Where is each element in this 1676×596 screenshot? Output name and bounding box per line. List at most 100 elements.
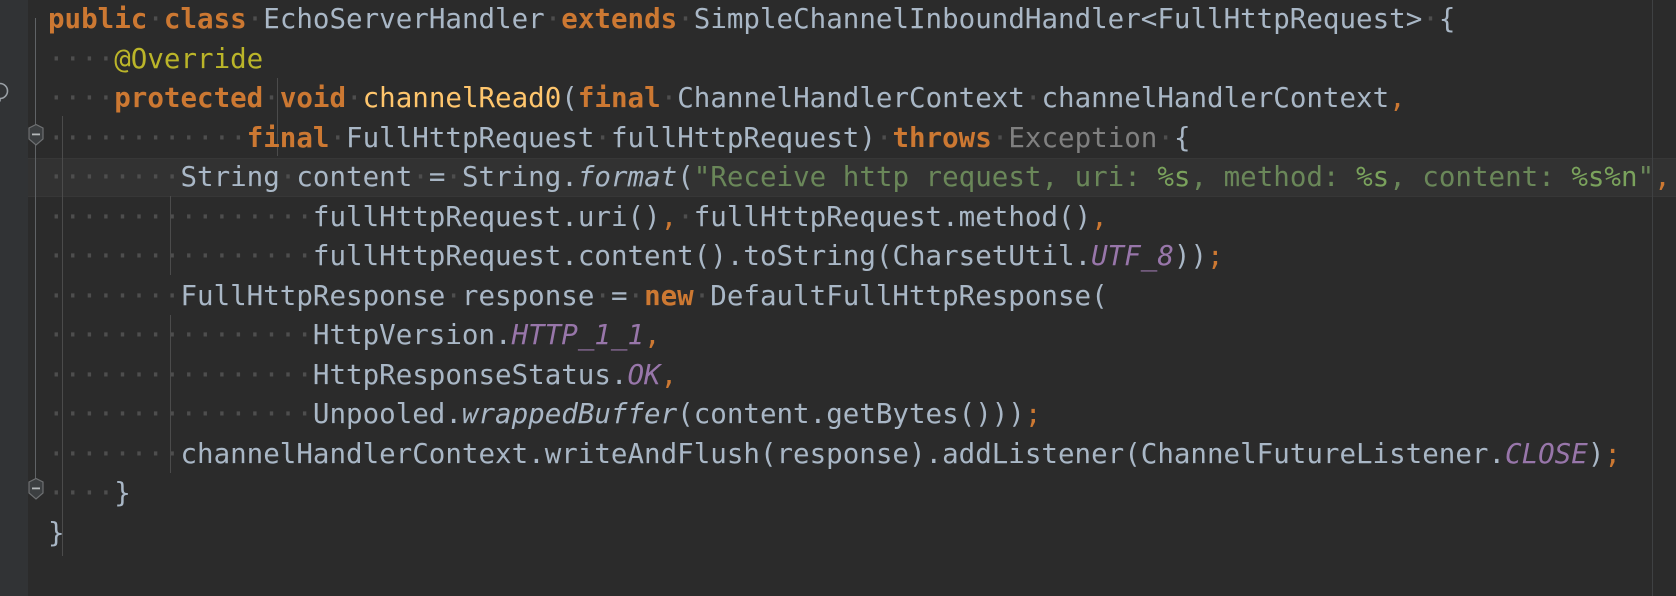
code-token: format [577,161,678,193]
code-line[interactable]: ····@Override [0,40,1676,80]
whitespace-dots: ········ [48,161,181,193]
code-line[interactable]: ················Unpooled.wrappedBuffer(c… [0,395,1676,435]
code-token: %s [1356,161,1390,193]
code-token: %s%n [1571,161,1638,193]
code-token: writeAndFlush [544,437,760,470]
code-token: ChannelFutureListener [1140,437,1489,470]
code-token: final [577,82,661,114]
code-token: , [1091,200,1108,233]
whitespace-dots: ················ [48,398,313,430]
code-token: ())) [958,398,1025,430]
code-token: , [660,358,678,391]
code-line[interactable]: ····protected·void·channelRead0(final·Ch… [0,79,1676,119]
whitespace-dots: ···· [48,42,115,75]
code-token: , method: [1190,161,1357,193]
whitespace-dot: · [1024,82,1042,114]
code-token: ( [875,240,893,272]
code-token: EchoServerHandler [263,3,545,35]
fold-collapse-marker-close[interactable] [26,477,46,500]
code-token: , content: [1389,161,1572,193]
right-margin-guide [1652,0,1653,596]
code-token: . [1074,240,1092,272]
whitespace-dot: · [147,3,164,35]
code-token: fullHttpRequest [312,200,562,233]
whitespace-dot: · [677,3,694,35]
whitespace-dot: · [1422,3,1439,35]
code-token: channelHandlerContext [180,437,529,470]
code-token: wrappedBuffer [461,398,678,430]
code-token: HTTP_1_1 [511,319,645,351]
code-token: SimpleChannelInboundHandler<FullHttpRequ… [693,3,1423,35]
code-token: , [1654,161,1671,193]
code-line[interactable]: } [0,514,1676,554]
code-line[interactable]: ····} [0,474,1676,514]
code-token: String [180,161,280,193]
whitespace-dots: ················ [48,200,313,233]
code-token: toString [743,240,876,272]
code-content[interactable]: public·class·EchoServerHandler·extends·S… [0,0,1676,553]
code-token: content [693,398,810,430]
code-token: fullHttpRequest [693,200,943,233]
whitespace-dot: · [875,121,893,154]
code-token: . [925,437,943,470]
code-token: content [296,161,413,193]
code-token: channelRead0 [362,82,562,114]
code-line[interactable]: ········String·content·=·String.format("… [0,158,1676,198]
code-line[interactable]: ················HttpResponseStatus.OK, [0,356,1676,396]
code-token: final [246,121,330,154]
code-token: ( [1124,437,1141,470]
code-line[interactable]: ················fullHttpRequest.uri(),·f… [0,198,1676,238]
code-token: "Receive http request, uri: [693,161,1158,193]
code-token: , [1389,82,1406,114]
code-token: . [445,398,462,430]
code-line[interactable]: public·class·EchoServerHandler·extends·S… [0,0,1676,40]
code-token: CharsetUtil [892,240,1075,272]
code-token: UTF_8 [1091,240,1174,272]
code-token: String [461,161,562,193]
code-token: . [610,358,628,391]
code-token: ( [677,398,694,430]
code-token: , [660,200,678,233]
code-token: ( [677,161,694,193]
code-editor[interactable]: public·class·EchoServerHandler·extends·S… [0,0,1676,596]
code-line[interactable]: ········channelHandlerContext.writeAndFl… [0,435,1676,475]
code-line[interactable]: ············final·FullHttpRequest·fullHt… [0,119,1676,159]
code-token: . [528,437,545,470]
whitespace-dot: · [693,279,711,312]
code-token: } [48,516,65,549]
code-token: getBytes [826,398,959,430]
code-token: . [495,319,512,351]
code-token: } [114,477,131,509]
code-token: . [809,398,827,430]
fold-collapse-marker-open[interactable] [26,123,46,146]
code-token: ChannelHandlerContext [677,82,1025,114]
code-token: { [1173,121,1191,154]
code-token: channelHandlerContext [1041,82,1390,114]
code-token: protected [114,82,264,114]
code-token: ; [1604,437,1621,470]
code-token: () [693,240,727,272]
code-line[interactable]: ················HttpVersion.HTTP_1_1, [0,316,1676,356]
code-line[interactable]: ········FullHttpResponse·response·=·new·… [0,277,1676,317]
whitespace-dot: · [544,3,562,35]
whitespace-dots: ················ [48,240,313,272]
whitespace-dots: ········ [48,437,181,470]
code-token: FullHttpRequest [346,121,595,154]
code-token: ) [859,121,876,154]
whitespace-dot: · [263,82,280,114]
code-token: ( [759,437,777,470]
whitespace-dot: · [279,161,297,193]
code-token: . [1488,437,1506,470]
code-token: ; [1207,240,1224,272]
code-token: = [610,279,628,312]
code-line[interactable]: ················fullHttpRequest.content(… [0,237,1676,277]
code-token: ; [1024,398,1042,430]
whitespace-dot: · [346,82,363,114]
code-token: . [561,161,578,193]
whitespace-dots: ················ [48,319,313,351]
code-token: %s [1157,161,1191,193]
whitespace-dot: · [246,3,264,35]
whitespace-dot: · [627,279,645,312]
code-token: public [48,3,148,35]
code-token: Unpooled [312,398,446,430]
